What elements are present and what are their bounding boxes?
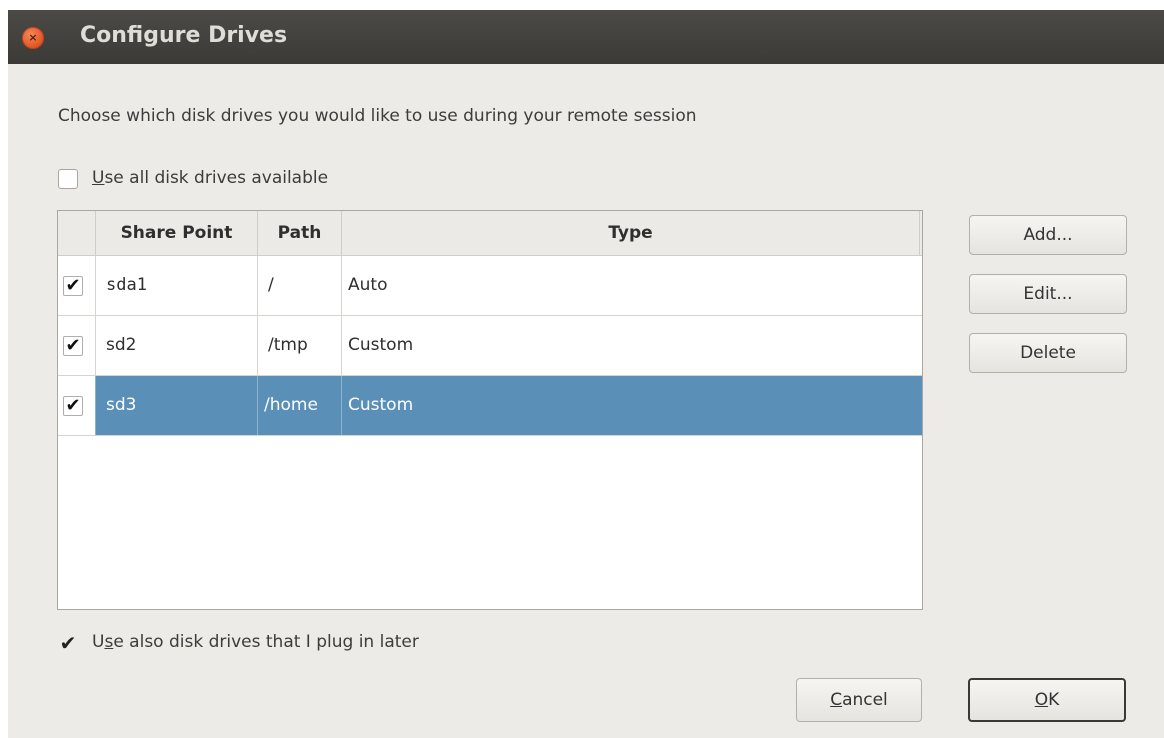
- checkmark-icon: ✔: [65, 335, 81, 356]
- ok-mnemonic: O: [1034, 690, 1049, 710]
- use-all-mnemonic: U: [92, 168, 105, 188]
- cancel-mnemonic: C: [830, 690, 843, 710]
- plug-later-label-text: e also disk drives that I plug in later: [113, 632, 419, 652]
- path-cell: /: [258, 256, 342, 315]
- checkmark-icon: ✔: [65, 275, 81, 296]
- path-cell: /tmp: [258, 316, 342, 375]
- plug-later-mnemonic: s: [104, 632, 114, 652]
- header-share-point[interactable]: Share Point: [96, 211, 258, 255]
- row-checkbox-cell[interactable]: ✔: [58, 316, 96, 375]
- close-button[interactable]: ×: [22, 27, 44, 49]
- title-bar[interactable]: × Configure Drives: [8, 10, 1164, 64]
- header-path[interactable]: Path: [258, 211, 342, 255]
- cancel-button[interactable]: Cancel: [796, 678, 922, 722]
- ok-label: K: [1048, 690, 1060, 710]
- window-title: Configure Drives: [80, 23, 288, 48]
- close-icon: ×: [28, 31, 38, 44]
- plug-later-checkbox[interactable]: ✔: [58, 631, 78, 655]
- row-checkbox[interactable]: ✔: [63, 395, 83, 416]
- table-row[interactable]: ✔ sd2 /tmp Custom: [58, 316, 922, 376]
- checkmark-icon: ✔: [59, 631, 77, 655]
- use-all-drives-label[interactable]: Use all disk drives available: [92, 168, 328, 188]
- header-type[interactable]: Type: [342, 211, 920, 255]
- use-all-label-text: se all disk drives available: [104, 168, 329, 188]
- ok-button[interactable]: OK: [968, 678, 1126, 722]
- checkmark-icon: ✔: [65, 395, 81, 416]
- edit-button[interactable]: Edit...: [969, 274, 1127, 314]
- share-point-cell: sda1: [96, 256, 258, 315]
- table-header: Share Point Path Type: [58, 211, 922, 256]
- use-all-drives-checkbox[interactable]: [58, 169, 78, 189]
- table-row-selected[interactable]: ✔ sd3 /home Custom: [58, 376, 922, 436]
- row-checkbox-cell[interactable]: ✔: [58, 376, 96, 435]
- description-text: Choose which disk drives you would like …: [58, 106, 697, 126]
- header-check-column[interactable]: [58, 211, 96, 255]
- plug-later-label-start: U: [92, 632, 105, 652]
- row-checkbox[interactable]: ✔: [63, 275, 83, 296]
- delete-button[interactable]: Delete: [969, 333, 1127, 373]
- cancel-label: ancel: [842, 690, 888, 710]
- row-checkbox-cell[interactable]: ✔: [58, 256, 96, 315]
- configure-drives-dialog: × Configure Drives Choose which disk dri…: [8, 10, 1164, 738]
- type-cell: Auto: [348, 275, 388, 295]
- type-cell: Custom: [348, 395, 414, 415]
- share-point-cell: sd3: [96, 376, 258, 435]
- path-cell: /home: [258, 376, 342, 435]
- plug-later-label[interactable]: Use also disk drives that I plug in late…: [92, 632, 419, 652]
- add-button[interactable]: Add...: [969, 215, 1127, 255]
- drives-table[interactable]: Share Point Path Type ✔ sda1 / Auto ✔ sd…: [57, 210, 923, 610]
- row-checkbox[interactable]: ✔: [63, 335, 83, 356]
- share-point-cell: sd2: [96, 316, 258, 375]
- type-cell: Custom: [348, 335, 414, 355]
- table-row[interactable]: ✔ sda1 / Auto: [58, 256, 922, 316]
